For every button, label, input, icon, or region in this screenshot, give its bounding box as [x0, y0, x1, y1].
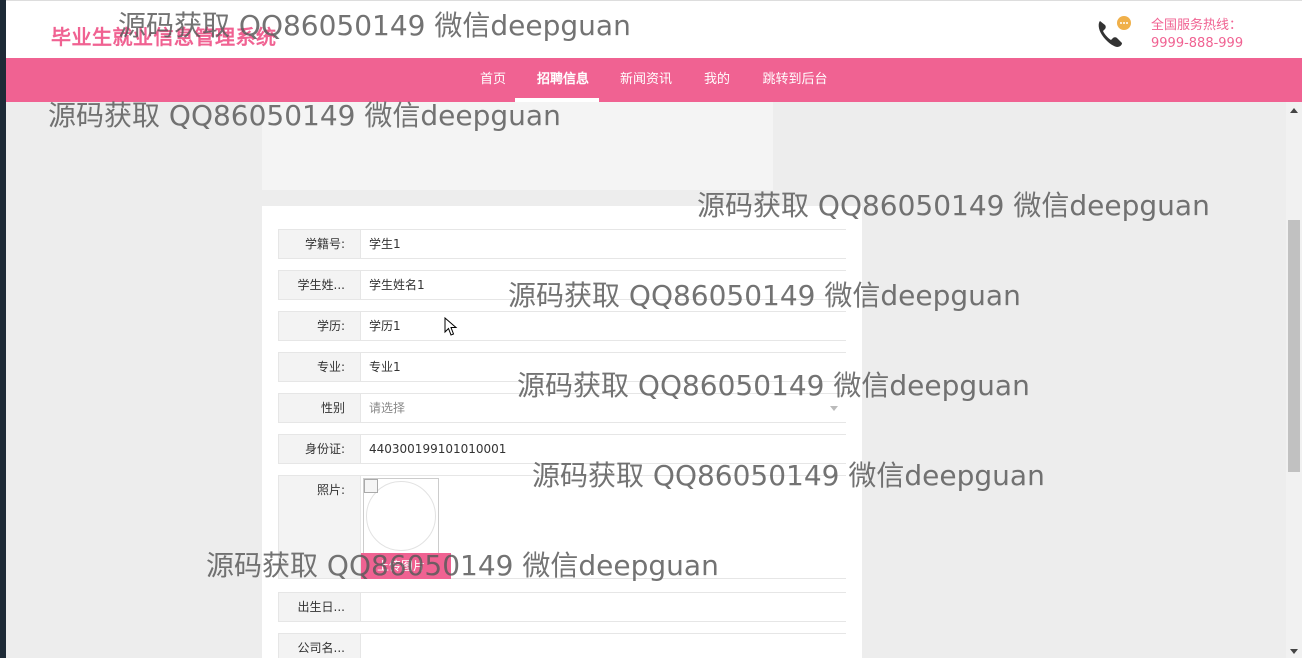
form-row-student-no: 学籍号: 学生1: [278, 229, 846, 259]
form-row-company: 公司名...: [278, 633, 846, 658]
field-label: 学生姓...: [297, 278, 345, 292]
watermark: 源码获取 QQ86050149 微信deepguan: [118, 9, 631, 42]
field-label: 学历:: [316, 319, 345, 333]
field-label: 性别: [320, 401, 345, 415]
field-label: 专业:: [316, 360, 345, 374]
field-label: 学籍号:: [304, 237, 345, 251]
hotline-label: 全国服务热线：: [1151, 18, 1243, 33]
scroll-thumb[interactable]: [1288, 220, 1300, 472]
form-row-education: 学历: 学历1: [278, 311, 846, 341]
broken-image-icon: [364, 479, 378, 493]
company-input[interactable]: [360, 634, 846, 658]
chevron-down-icon: [830, 406, 838, 411]
scroll-down-icon[interactable]: [1290, 649, 1298, 654]
watermark: 源码获取 QQ86050149 微信deepguan: [508, 279, 1021, 312]
mouse-cursor-icon: [444, 317, 458, 336]
watermark: 源码获取 QQ86050149 微信deepguan: [517, 369, 1030, 402]
birthdate-input[interactable]: [360, 593, 846, 621]
field-label: 照片:: [316, 483, 345, 497]
watermark: 源码获取 QQ86050149 微信deepguan: [697, 189, 1210, 222]
page-scrollbar[interactable]: [1286, 102, 1302, 658]
watermark: 源码获取 QQ86050149 微信deepguan: [532, 459, 1045, 492]
nav-item-mine[interactable]: 我的: [694, 58, 740, 102]
watermark: 源码获取 QQ86050149 微信deepguan: [48, 99, 561, 132]
photo-preview: [363, 478, 439, 554]
nav-item-news[interactable]: 新闻资讯: [611, 58, 681, 102]
scroll-up-icon[interactable]: [1290, 108, 1298, 113]
form-row-birthdate: 出生日...: [278, 592, 846, 622]
gender-select-placeholder: 请选择: [369, 401, 406, 415]
student-no-input[interactable]: 学生1: [360, 230, 846, 258]
phone-icon: [1098, 16, 1131, 47]
field-label: 身份证:: [304, 442, 345, 456]
education-input[interactable]: 学历1: [360, 312, 846, 340]
field-label: 公司名...: [297, 641, 345, 655]
nav-item-admin[interactable]: 跳转到后台: [754, 58, 836, 102]
watermark: 源码获取 QQ86050149 微信deepguan: [206, 549, 719, 582]
field-label: 出生日...: [297, 600, 345, 614]
service-hotline: 全国服务热线： 9999-888-999: [1151, 17, 1243, 53]
hotline-number: 9999-888-999: [1151, 36, 1244, 51]
